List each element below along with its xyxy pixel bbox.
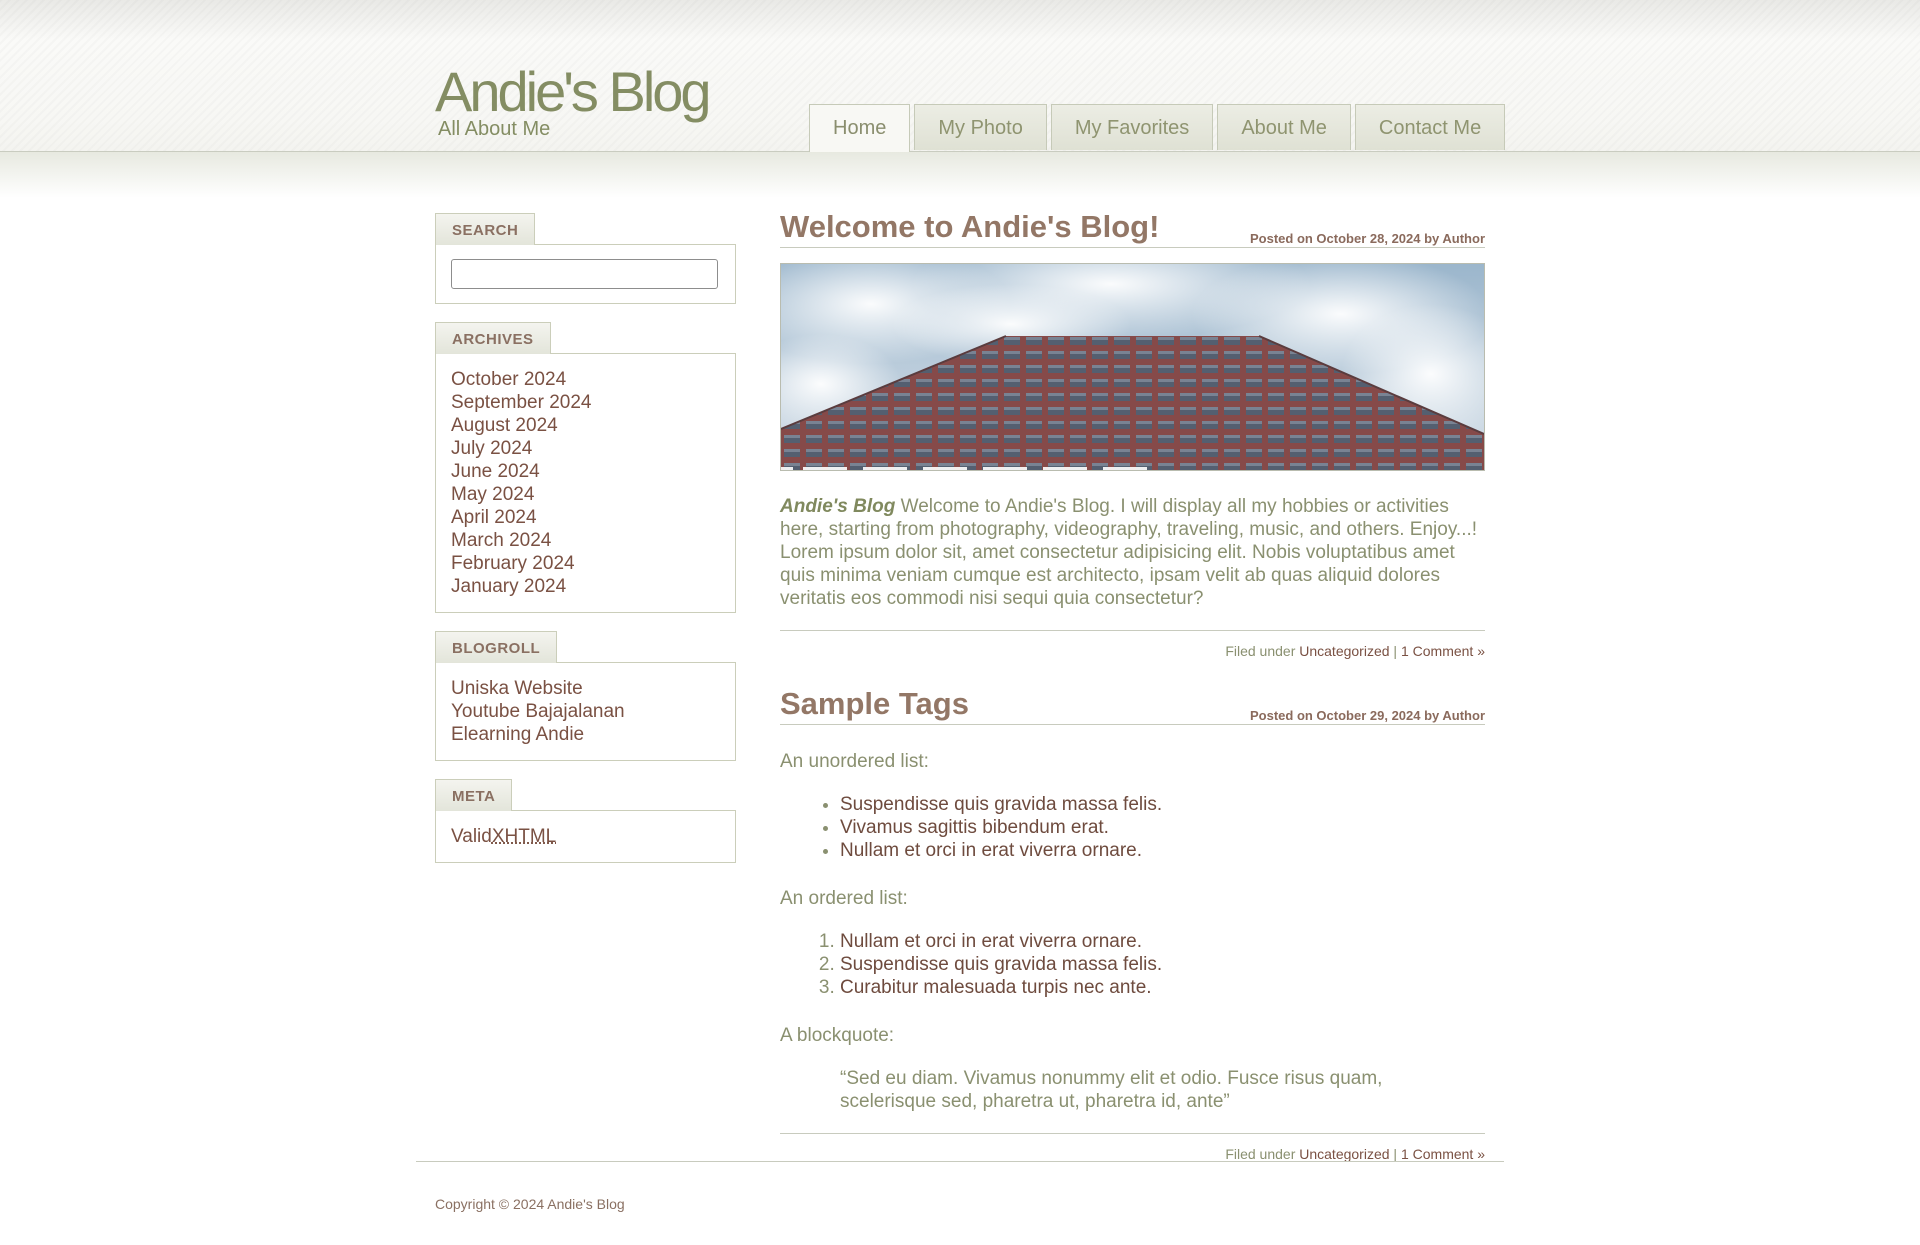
- list-item: Vivamus sagittis bibendum erat.: [840, 816, 1485, 839]
- search-input[interactable]: [451, 259, 718, 289]
- footer-divider: [416, 1161, 1504, 1162]
- ordered-list: Nullam et orci in erat viverra ornare. S…: [780, 930, 1485, 999]
- post-welcome: Welcome to Andie's Blog! Posted on Octob…: [780, 207, 1485, 659]
- blogroll-link[interactable]: Elearning Andie: [451, 723, 720, 746]
- filed-under-label: Filed under: [1225, 643, 1300, 659]
- post-meta: Posted on October 28, 2024 by Author: [1249, 231, 1485, 246]
- archive-link[interactable]: January 2024: [451, 575, 720, 598]
- archive-link[interactable]: September 2024: [451, 391, 720, 414]
- blogroll-link[interactable]: Uniska Website: [451, 677, 720, 700]
- site-tagline: All About Me: [438, 118, 551, 140]
- main-content: Welcome to Andie's Blog! Posted on Octob…: [780, 207, 1485, 1162]
- nav-tab-contact-me[interactable]: Contact Me: [1354, 104, 1506, 150]
- post-footer: Filed under Uncategorized | 1 Comment »: [780, 1133, 1485, 1162]
- archive-link[interactable]: March 2024: [451, 529, 720, 552]
- archives-list: October 2024 September 2024 August 2024 …: [451, 368, 720, 598]
- site-title[interactable]: Andie's Blog: [435, 60, 712, 124]
- nav-tab-my-favorites[interactable]: My Favorites: [1050, 104, 1214, 150]
- post-lead: Andie's Blog: [780, 496, 896, 517]
- valid-label: Valid: [451, 826, 492, 847]
- blogroll-heading: BLOGROLL: [435, 631, 558, 663]
- search-heading: SEARCH: [435, 213, 536, 245]
- post-body: Andie's Blog Welcome to Andie's Blog. I …: [780, 495, 1485, 610]
- post-sample-tags: Sample Tags Posted on October 29, 2024 b…: [780, 684, 1485, 1162]
- main-nav: Home My Photo My Favorites About Me Cont…: [809, 104, 1506, 152]
- search-widget: SEARCH: [435, 212, 736, 304]
- post-meta: Posted on October 29, 2024 by Author: [1249, 708, 1485, 723]
- separator: |: [1389, 1146, 1401, 1162]
- blogroll-box: Uniska Website Youtube Bajajalanan Elear…: [435, 662, 736, 761]
- category-link[interactable]: Uncategorized: [1299, 643, 1389, 659]
- category-link[interactable]: Uncategorized: [1299, 1146, 1389, 1162]
- ordered-list-label: An ordered list:: [780, 888, 908, 909]
- archive-link[interactable]: October 2024: [451, 368, 720, 391]
- comments-link[interactable]: 1 Comment »: [1401, 643, 1485, 659]
- comments-link[interactable]: 1 Comment »: [1401, 1146, 1485, 1162]
- meta-box: ValidXHTML: [435, 810, 736, 863]
- archives-box: October 2024 September 2024 August 2024 …: [435, 353, 736, 613]
- archive-link[interactable]: April 2024: [451, 506, 720, 529]
- search-box: [435, 244, 736, 304]
- post-header: Sample Tags Posted on October 29, 2024 b…: [780, 684, 1485, 725]
- list-item: Suspendisse quis gravida massa felis.: [840, 953, 1485, 976]
- archives-widget: ARCHIVES October 2024 September 2024 Aug…: [435, 321, 736, 613]
- list-item: Nullam et orci in erat viverra ornare.: [840, 930, 1485, 953]
- filed-under-label: Filed under: [1225, 1146, 1300, 1162]
- sidebar: SEARCH ARCHIVES October 2024 September 2…: [435, 212, 736, 880]
- post-title[interactable]: Sample Tags: [780, 684, 969, 724]
- nav-tab-about-me[interactable]: About Me: [1217, 104, 1351, 150]
- archive-link[interactable]: July 2024: [451, 437, 720, 460]
- list-item: Suspendisse quis gravida massa felis.: [840, 793, 1485, 816]
- copyright: Copyright © 2024 Andie's Blog: [435, 1196, 625, 1212]
- blogroll-list: Uniska Website Youtube Bajajalanan Elear…: [451, 677, 720, 746]
- unordered-list-label: An unordered list:: [780, 751, 929, 772]
- archive-link[interactable]: August 2024: [451, 414, 720, 437]
- blogroll-link[interactable]: Youtube Bajajalanan: [451, 700, 720, 723]
- meta-widget: META ValidXHTML: [435, 778, 736, 863]
- list-item: Nullam et orci in erat viverra ornare.: [840, 839, 1485, 862]
- post-header: Welcome to Andie's Blog! Posted on Octob…: [780, 207, 1485, 248]
- unordered-list: Suspendisse quis gravida massa felis. Vi…: [780, 793, 1485, 862]
- nav-tab-home[interactable]: Home: [809, 104, 911, 152]
- nav-tab-my-photo[interactable]: My Photo: [914, 104, 1047, 150]
- xhtml-abbr[interactable]: XHTML: [492, 826, 556, 847]
- page-wrapper: Andie's Blog All About Me Home My Photo …: [416, 0, 1506, 1245]
- post-title[interactable]: Welcome to Andie's Blog!: [780, 207, 1159, 247]
- meta-heading: META: [435, 779, 513, 811]
- blockquote: “Sed eu diam. Vivamus nonummy elit et od…: [840, 1068, 1383, 1112]
- hero-image: [780, 263, 1485, 471]
- list-item: Curabitur malesuada turpis nec ante.: [840, 976, 1485, 999]
- valid-xhtml-link[interactable]: ValidXHTML: [451, 825, 720, 848]
- building-photo: [781, 264, 1484, 470]
- archive-link[interactable]: June 2024: [451, 460, 720, 483]
- archive-link[interactable]: May 2024: [451, 483, 720, 506]
- post-footer: Filed under Uncategorized | 1 Comment »: [780, 630, 1485, 659]
- archive-link[interactable]: February 2024: [451, 552, 720, 575]
- blockquote-label: A blockquote:: [780, 1025, 895, 1046]
- archives-heading: ARCHIVES: [435, 322, 551, 354]
- blogroll-widget: BLOGROLL Uniska Website Youtube Bajajala…: [435, 630, 736, 761]
- separator: |: [1389, 643, 1401, 659]
